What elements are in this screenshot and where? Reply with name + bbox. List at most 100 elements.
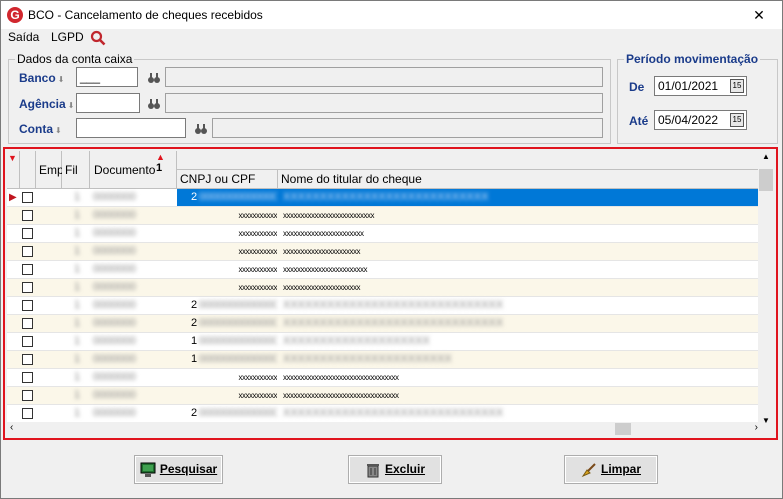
col-header-cnpj[interactable]: CNPJ ou CPF <box>177 170 278 189</box>
col-header-emp[interactable]: Emp <box>36 151 64 189</box>
table-row[interactable]: 1 0000000 1 00000000000000 XXXXXXXXXXXXXXXXX… <box>7 333 764 351</box>
close-button[interactable]: ✕ <box>736 1 782 29</box>
account-group-legend: Dados da conta caixa <box>17 52 133 66</box>
cell-titular: XXXXXXXXXXXXXXXXXXXX <box>283 335 430 347</box>
sort-arrow-icon: ▲ <box>156 152 165 162</box>
cell-documento: 0000000 <box>93 371 136 383</box>
cell-titular: XXXXXXXXXXXXXXXXXXXXXXXXXXXXXX <box>283 317 504 329</box>
scroll-up-icon[interactable]: ▲ <box>762 152 770 161</box>
cell-emp <box>39 189 61 206</box>
trash-icon <box>366 463 379 478</box>
cell-cnpj: 00000000000000 <box>199 353 277 365</box>
cell-titular: xxxxxxxxxxxxxxxxxxxxxxxxxxxxxxxxx <box>283 391 399 400</box>
hscroll-thumb[interactable] <box>615 423 631 435</box>
cell-cnpj: 00000000000000 <box>199 191 277 203</box>
col-header-fil[interactable]: Fil <box>62 151 90 189</box>
agencia-input[interactable] <box>76 93 140 113</box>
agencia-label: Agência ⬇ <box>19 97 75 111</box>
cell-fil: 1 <box>73 317 81 329</box>
calendar-icon[interactable]: 15 <box>730 79 744 93</box>
binoculars-icon[interactable] <box>194 122 208 136</box>
conta-input[interactable] <box>76 118 186 138</box>
cell-fil: 1 <box>73 191 81 203</box>
cell-fil: 1 <box>73 407 81 419</box>
cell-cnpj: 00000000000000 <box>199 407 277 419</box>
row-checkbox[interactable] <box>22 210 33 221</box>
cell-fil: 1 <box>73 281 81 293</box>
cell-documento: 0000000 <box>93 245 136 257</box>
cell-cnpj: xxxxxxxxxxx <box>238 265 278 274</box>
cell-titular: XXXXXXXXXXXXXXXXXXXXXXXXXXXXXX <box>283 407 504 419</box>
row-checkbox[interactable] <box>22 192 33 203</box>
main-window: G BCO - Cancelamento de cheques recebido… <box>0 0 783 499</box>
row-checkbox[interactable] <box>22 282 33 293</box>
row-checkbox[interactable] <box>22 318 33 329</box>
row-checkbox[interactable] <box>22 354 33 365</box>
menu-item-saida[interactable]: Saída <box>8 30 39 44</box>
cell-cnpj-prefix: 2 <box>191 317 198 329</box>
cheques-grid: ▼ Emp Fil Documento ▲ 1 CNPJ ou CPF Nome… <box>3 147 778 440</box>
col-header-documento[interactable]: Documento ▲ 1 <box>90 151 177 189</box>
horizontal-scrollbar[interactable]: ‹ › <box>7 422 764 436</box>
row-checkbox[interactable] <box>22 264 33 275</box>
binoculars-icon[interactable] <box>147 97 161 111</box>
table-row[interactable]: 1 0000000 xxxxxxxxxxx xxxxxxxxxxxxxxxxxxxxx… <box>7 387 764 405</box>
cell-cnpj-prefix: 2 <box>191 407 198 419</box>
row-checkbox[interactable] <box>22 372 33 383</box>
menu-item-lgpd[interactable]: LGPD <box>51 30 84 44</box>
cell-cnpj: 00000000000000 <box>199 317 277 329</box>
table-row[interactable]: 1 0000000 2 00000000000000 XXXXXXXXXXXXXXXXX… <box>7 297 764 315</box>
cell-documento: 0000000 <box>93 407 136 419</box>
table-row[interactable]: 1 0000000 xxxxxxxxxxx xxxxxxxxxxxxxxxxxxxxx… <box>7 279 764 297</box>
row-checkbox[interactable] <box>22 336 33 347</box>
cell-documento: 0000000 <box>93 317 136 329</box>
row-selector-icon: ▶ <box>9 192 17 203</box>
row-checkbox[interactable] <box>22 390 33 401</box>
row-checkbox[interactable] <box>22 246 33 257</box>
cell-cnpj: xxxxxxxxxxx <box>238 283 278 292</box>
table-row[interactable]: 1 0000000 xxxxxxxxxxx xxxxxxxxxxxxxxxxxxxxx… <box>7 369 764 387</box>
date-from-input[interactable]: 01/01/2021 15 <box>654 76 747 96</box>
excluir-button[interactable]: Excluir <box>348 455 442 484</box>
cell-cnpj-prefix: 1 <box>191 335 198 347</box>
cell-documento: 0000000 <box>93 209 136 221</box>
cell-emp <box>39 297 61 314</box>
scroll-left-icon[interactable]: ‹ <box>10 422 13 433</box>
period-group-legend: Período movimentação <box>626 52 759 66</box>
search-icon[interactable] <box>90 30 106 46</box>
scroll-thumb[interactable] <box>759 169 773 191</box>
scroll-right-icon[interactable]: › <box>755 422 758 433</box>
table-row[interactable]: ▶ 1 0000000 2 00000000000000 XXXXXXXXXXXXXXXX… <box>7 189 764 207</box>
date-to-input[interactable]: 05/04/2022 15 <box>654 110 747 130</box>
table-row[interactable]: 1 0000000 xxxxxxxxxxx xxxxxxxxxxxxxxxxxxxxx… <box>7 261 764 279</box>
filter-arrow-icon[interactable]: ▼ <box>8 153 17 163</box>
pesquisar-button[interactable]: Pesquisar <box>134 455 223 484</box>
table-row[interactable]: 1 0000000 xxxxxxxxxxx xxxxxxxxxxxxxxxxxxxxx… <box>7 243 764 261</box>
vertical-scrollbar[interactable]: ▲ ▼ <box>758 151 774 426</box>
row-checkbox[interactable] <box>22 228 33 239</box>
binoculars-icon[interactable] <box>147 71 161 85</box>
app-logo-icon: G <box>7 7 23 23</box>
cell-documento: 0000000 <box>93 191 136 203</box>
table-row[interactable]: 1 0000000 xxxxxxxxxxx xxxxxxxxxxxxxxxxxxxxx… <box>7 207 764 225</box>
limpar-button[interactable]: Limpar <box>564 455 658 484</box>
col-header-titular[interactable]: Nome do titular do cheque <box>278 170 764 189</box>
table-row[interactable]: 1 0000000 2 00000000000000 XXXXXXXXXXXXXXXXX… <box>7 315 764 333</box>
table-row[interactable]: 1 0000000 1 00000000000000 XXXXXXXXXXXXXXXXX… <box>7 351 764 369</box>
calendar-icon[interactable]: 15 <box>730 113 744 127</box>
dropdown-arrow-icon: ⬇ <box>57 75 65 84</box>
cell-documento: 0000000 <box>93 299 136 311</box>
cell-titular: xxxxxxxxxxxxxxxxxxxxxx <box>283 283 361 292</box>
cell-cnpj: 00000000000000 <box>199 299 277 311</box>
cell-emp <box>39 369 61 386</box>
table-row[interactable]: 1 0000000 xxxxxxxxxxx xxxxxxxxxxxxxxxxxxxxx… <box>7 225 764 243</box>
cell-documento: 0000000 <box>93 389 136 401</box>
row-checkbox[interactable] <box>22 408 33 419</box>
cell-cnpj-prefix: 2 <box>191 191 198 203</box>
row-checkbox[interactable] <box>22 300 33 311</box>
cell-cnpj: 00000000000000 <box>199 335 277 347</box>
table-row[interactable]: 1 0000000 2 00000000000000 XXXXXXXXXXXXXXXXX… <box>7 405 764 423</box>
cell-titular: XXXXXXXXXXXXXXXXXXXXXXX <box>283 353 452 365</box>
banco-input[interactable]: ___ <box>76 67 138 87</box>
cell-titular: xxxxxxxxxxxxxxxxxxxxxxxx <box>283 265 368 274</box>
